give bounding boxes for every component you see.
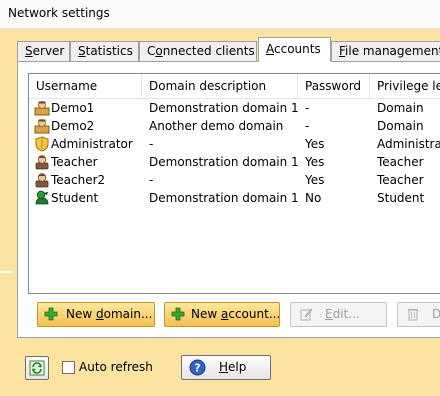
- cell-domain: Demonstration domain 1: [149, 101, 299, 115]
- pencil-icon: [300, 308, 313, 321]
- table-row[interactable]: Student Demonstration domain 1 No Studen…: [29, 189, 440, 207]
- new-account-label-rest: ccount...: [228, 307, 280, 321]
- cell-domain: Demonstration domain 1: [149, 155, 299, 169]
- cell-domain: Demonstration domain 1: [149, 191, 299, 205]
- cell-password: -: [305, 101, 310, 115]
- help-icon: ?: [189, 359, 206, 376]
- new-account-label: New account...: [191, 303, 280, 326]
- tab-accounts[interactable]: Accounts: [258, 37, 331, 62]
- cell-privilege: Student: [377, 191, 425, 205]
- student-icon: [35, 190, 49, 205]
- cell-username: Student: [51, 191, 99, 205]
- new-domain-label: New domain...: [66, 303, 152, 326]
- tab-file-management[interactable]: File management: [331, 41, 440, 61]
- tab-server-hotkey: S: [25, 44, 33, 58]
- list-header: Username Domain description Password Pri…: [29, 74, 440, 99]
- cell-username: Demo2: [51, 119, 95, 133]
- cell-privilege: Teacher: [377, 173, 424, 187]
- tab-accounts-label: ccounts: [274, 42, 321, 56]
- help-hotkey: H: [219, 360, 229, 374]
- new-account-label-prefix: New: [191, 307, 221, 321]
- delete-button[interactable]: D: [397, 302, 440, 327]
- plus-icon: [44, 307, 58, 321]
- new-account-button[interactable]: New account...: [164, 302, 280, 327]
- new-domain-hotkey: d: [96, 307, 104, 321]
- shield-admin-icon: [35, 136, 49, 152]
- cell-privilege: Administrator: [377, 137, 440, 151]
- edit-button[interactable]: Edit...: [290, 302, 387, 327]
- tab-statistics[interactable]: Statistics: [70, 41, 139, 61]
- refresh-icon: [29, 360, 45, 376]
- table-row[interactable]: Administrator - Yes Administrator: [29, 135, 440, 153]
- auto-refresh-checkbox[interactable]: [62, 361, 75, 374]
- edge-marker: [0, 271, 13, 273]
- cell-privilege: Teacher: [377, 155, 424, 169]
- tab-connected-clients[interactable]: Connected clients: [139, 41, 257, 61]
- cell-password: -: [305, 119, 310, 133]
- cell-domain: -: [149, 137, 154, 151]
- table-row[interactable]: Teacher2 - Yes Teacher: [29, 171, 440, 189]
- new-domain-label-rest: omain...: [103, 307, 153, 321]
- column-header-password[interactable]: Password: [298, 74, 370, 98]
- tab-accounts-hotkey: A: [266, 42, 274, 56]
- help-label-rest: elp: [228, 360, 247, 374]
- table-row[interactable]: Demo1 Demonstration domain 1 - Domain: [29, 99, 440, 117]
- delete-label: D: [432, 303, 440, 326]
- trash-icon: [408, 309, 418, 321]
- tab-server[interactable]: Server: [17, 41, 70, 61]
- tab-connected-clients-hotkey: o: [155, 44, 163, 58]
- cell-password: No: [305, 191, 322, 205]
- window-title: Network settings: [8, 6, 110, 20]
- cell-password: Yes: [305, 137, 325, 151]
- column-header-username[interactable]: Username: [29, 74, 142, 98]
- teacher-icon: [35, 155, 49, 170]
- accounts-list[interactable]: Username Domain description Password Pri…: [28, 73, 440, 294]
- cell-domain: Another demo domain: [149, 119, 284, 133]
- tab-server-label: erver: [32, 44, 65, 58]
- svg-text:?: ?: [194, 362, 200, 375]
- tab-statistics-hotkey: S: [78, 44, 86, 58]
- cell-username: Administrator: [51, 137, 133, 151]
- column-header-domain-description[interactable]: Domain description: [142, 74, 298, 98]
- cell-privilege: Domain: [377, 119, 424, 133]
- table-row[interactable]: Teacher Demonstration domain 1 Yes Teach…: [29, 153, 440, 171]
- new-domain-button[interactable]: New domain...: [37, 302, 155, 327]
- tab-statistics-label: tatistics: [85, 44, 133, 58]
- help-label: Help: [219, 356, 246, 379]
- cell-privilege: Domain: [377, 101, 424, 115]
- title-bar: Network settings: [0, 0, 440, 29]
- new-domain-label-prefix: New: [66, 307, 96, 321]
- cell-password: Yes: [305, 173, 325, 187]
- cell-username: Demo1: [51, 101, 95, 115]
- table-row[interactable]: Demo2 Another demo domain - Domain: [29, 117, 440, 135]
- column-header-privilege-level[interactable]: Privilege lev: [370, 74, 440, 98]
- edit-label: Edit...: [325, 303, 360, 326]
- edit-hotkey: E: [325, 307, 333, 321]
- tab-file-management-label: ile management: [345, 44, 440, 58]
- plus-icon: [171, 307, 185, 321]
- cell-username: Teacher2: [51, 173, 106, 187]
- auto-refresh-label[interactable]: Auto refresh: [79, 360, 153, 374]
- user-domain-icon: [34, 119, 50, 134]
- cell-password: Yes: [305, 155, 325, 169]
- refresh-button[interactable]: [25, 356, 49, 380]
- tab-connected-clients-label: nnected clients: [162, 44, 255, 58]
- teacher-icon: [35, 173, 49, 188]
- user-domain-icon: [34, 101, 50, 116]
- help-button[interactable]: ? Help: [181, 355, 271, 380]
- cell-username: Teacher: [51, 155, 98, 169]
- cell-domain: -: [149, 173, 154, 187]
- edit-label-rest: dit...: [332, 307, 360, 321]
